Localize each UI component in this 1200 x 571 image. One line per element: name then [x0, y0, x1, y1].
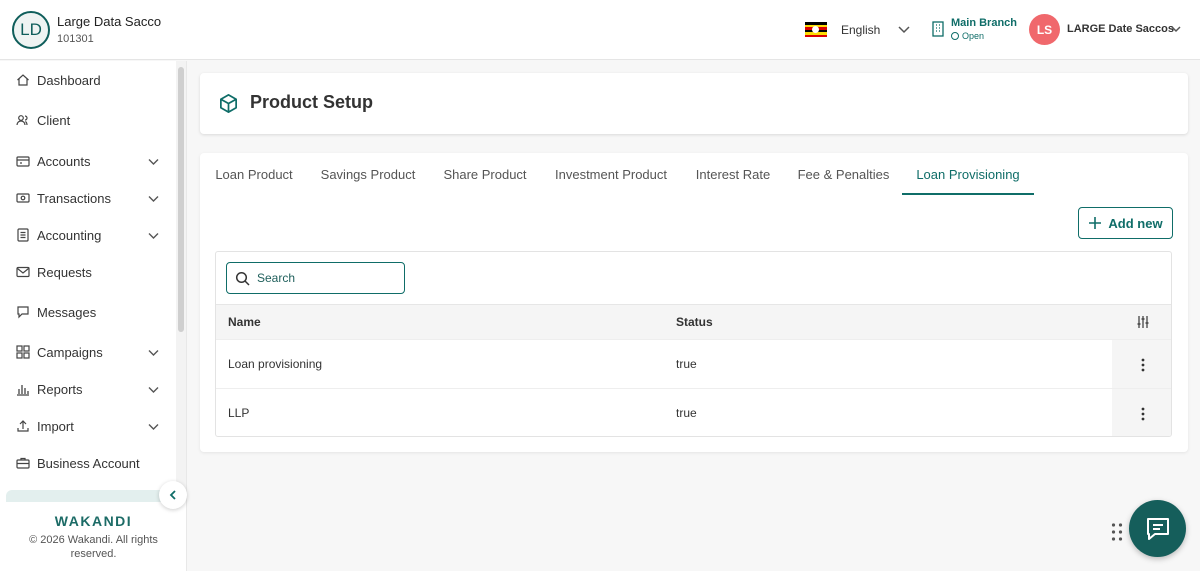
branch-status-label: Open: [962, 31, 985, 41]
sidebar-item-accounting[interactable]: Accounting: [0, 220, 176, 250]
page-header-card: Product Setup: [200, 73, 1188, 134]
sidebar-item-transactions[interactable]: Transactions: [0, 183, 176, 213]
collapse-sidebar-button[interactable]: [159, 481, 187, 509]
tab-fee-penalties[interactable]: Fee & Penalties: [785, 153, 902, 196]
grid-icon: [16, 345, 30, 359]
chevron-left-icon: [169, 490, 176, 500]
branch-name[interactable]: Main Branch: [951, 17, 1017, 29]
sidebar-item-label: Dashboard: [37, 72, 101, 88]
sidebar-item-client[interactable]: Client: [0, 105, 176, 135]
briefcase-icon: [16, 457, 30, 469]
chevron-down-icon[interactable]: [147, 192, 160, 205]
chevron-down-icon[interactable]: [147, 383, 160, 396]
row-actions-button[interactable]: [1112, 389, 1171, 436]
users-icon: [16, 115, 28, 126]
sidebar-item-campaigns[interactable]: Campaigns: [0, 337, 176, 367]
mail-icon: [16, 266, 30, 278]
sidebar-item-messages[interactable]: Messages: [0, 297, 176, 327]
tab-interest-rate[interactable]: Interest Rate: [681, 153, 785, 196]
sidebar-item-label: Campaigns: [37, 344, 103, 360]
plus-icon: [1089, 217, 1102, 229]
tab-savings-product[interactable]: Savings Product: [307, 153, 429, 196]
chevron-down-icon[interactable]: [147, 155, 160, 168]
product-setup-card: Loan Product Savings Product Share Produ…: [200, 153, 1188, 452]
sidebar-item-requests[interactable]: Requests: [0, 257, 176, 287]
check-circle-icon: [951, 32, 959, 40]
more-vertical-icon: [1141, 407, 1144, 420]
add-new-label: Add new: [1108, 215, 1163, 231]
sidebar-item-label: Import: [37, 418, 74, 434]
column-settings-icon[interactable]: [1136, 315, 1150, 329]
sidebar-item-label: Reports: [37, 381, 83, 397]
sidebar-item-label: Requests: [37, 264, 92, 280]
sidebar-item-reports[interactable]: Reports: [0, 374, 176, 404]
copyright-text: © 2026 Wakandi. All rights reserved.: [29, 534, 158, 560]
brand-logo: WAKANDI: [54, 513, 133, 529]
chevron-down-icon[interactable]: [147, 346, 160, 359]
chevron-down-icon[interactable]: [897, 22, 911, 36]
sidebar-item-label: Transactions: [37, 190, 111, 206]
sidebar-item-label: Accounting: [37, 227, 102, 243]
sidebar-item-label: Client: [37, 112, 71, 128]
sidebar-item-label: Messages: [37, 304, 97, 320]
search-input[interactable]: [257, 269, 397, 287]
provisioning-table: Name Status Loan provisioning true LLP t…: [215, 251, 1172, 437]
column-header-name[interactable]: Name: [228, 315, 261, 329]
drag-handle-icon[interactable]: [1111, 522, 1123, 542]
upload-icon: [17, 420, 29, 432]
sidebar-item-import[interactable]: Import: [0, 411, 176, 441]
table-row[interactable]: LLP true: [216, 388, 1171, 436]
package-icon: [220, 94, 237, 113]
search-icon: [235, 271, 250, 286]
cash-icon: [16, 193, 30, 203]
column-header-status[interactable]: Status: [676, 315, 713, 329]
chat-icon: [1146, 517, 1169, 540]
tab-bar: Loan Product Savings Product Share Produ…: [200, 153, 1188, 196]
tab-share-product[interactable]: Share Product: [429, 153, 541, 196]
row-actions-button[interactable]: [1112, 340, 1171, 389]
branch-status: Open: [951, 31, 984, 41]
chevron-down-icon[interactable]: [1169, 22, 1183, 36]
sidebar-item-business-account[interactable]: Business Account: [0, 448, 176, 478]
sidebar-scrollbar-thumb[interactable]: [178, 67, 184, 332]
chevron-down-icon[interactable]: [147, 420, 160, 433]
more-vertical-icon: [1141, 358, 1144, 371]
org-name: Large Data Sacco: [57, 14, 162, 29]
sidebar-item-accounts[interactable]: Accounts: [0, 146, 176, 176]
page-title: Product Setup: [250, 92, 374, 112]
search-field[interactable]: [226, 262, 405, 294]
user-avatar[interactable]: LS: [1029, 14, 1060, 45]
uganda-flag-icon[interactable]: [805, 22, 827, 37]
tab-loan-provisioning[interactable]: Loan Provisioning: [902, 153, 1034, 195]
bar-chart-icon: [17, 385, 29, 396]
row-status: true: [676, 357, 697, 371]
table-header: Name Status: [216, 304, 1171, 339]
row-name: Loan provisioning: [228, 357, 323, 371]
ledger-icon: [17, 228, 29, 242]
wallet-icon: [16, 156, 30, 167]
org-avatar[interactable]: LD: [12, 11, 50, 49]
top-bar: LD Large Data Sacco 101301 English Main …: [0, 0, 1200, 60]
tab-loan-product[interactable]: Loan Product: [201, 153, 307, 196]
org-id: 101301: [57, 33, 94, 45]
sidebar: Dashboard Client Accounts Transactions A…: [0, 61, 187, 571]
language-selector[interactable]: English: [841, 23, 880, 37]
building-icon: [932, 21, 944, 37]
tab-investment-product[interactable]: Investment Product: [541, 153, 681, 196]
chevron-down-icon[interactable]: [147, 229, 160, 242]
chat-support-button[interactable]: [1129, 500, 1186, 557]
chat-icon: [17, 306, 29, 319]
sidebar-item-highlight: [6, 490, 176, 502]
row-status: true: [676, 406, 697, 420]
user-name[interactable]: LARGE Date Saccos: [1067, 23, 1174, 35]
add-new-button[interactable]: Add new: [1078, 207, 1173, 239]
home-icon: [17, 74, 29, 86]
table-row[interactable]: Loan provisioning true: [216, 339, 1171, 389]
sidebar-item-dashboard[interactable]: Dashboard: [0, 65, 176, 95]
row-name: LLP: [228, 406, 250, 420]
sidebar-item-label: Business Account: [37, 455, 140, 471]
sidebar-item-label: Accounts: [37, 153, 91, 169]
